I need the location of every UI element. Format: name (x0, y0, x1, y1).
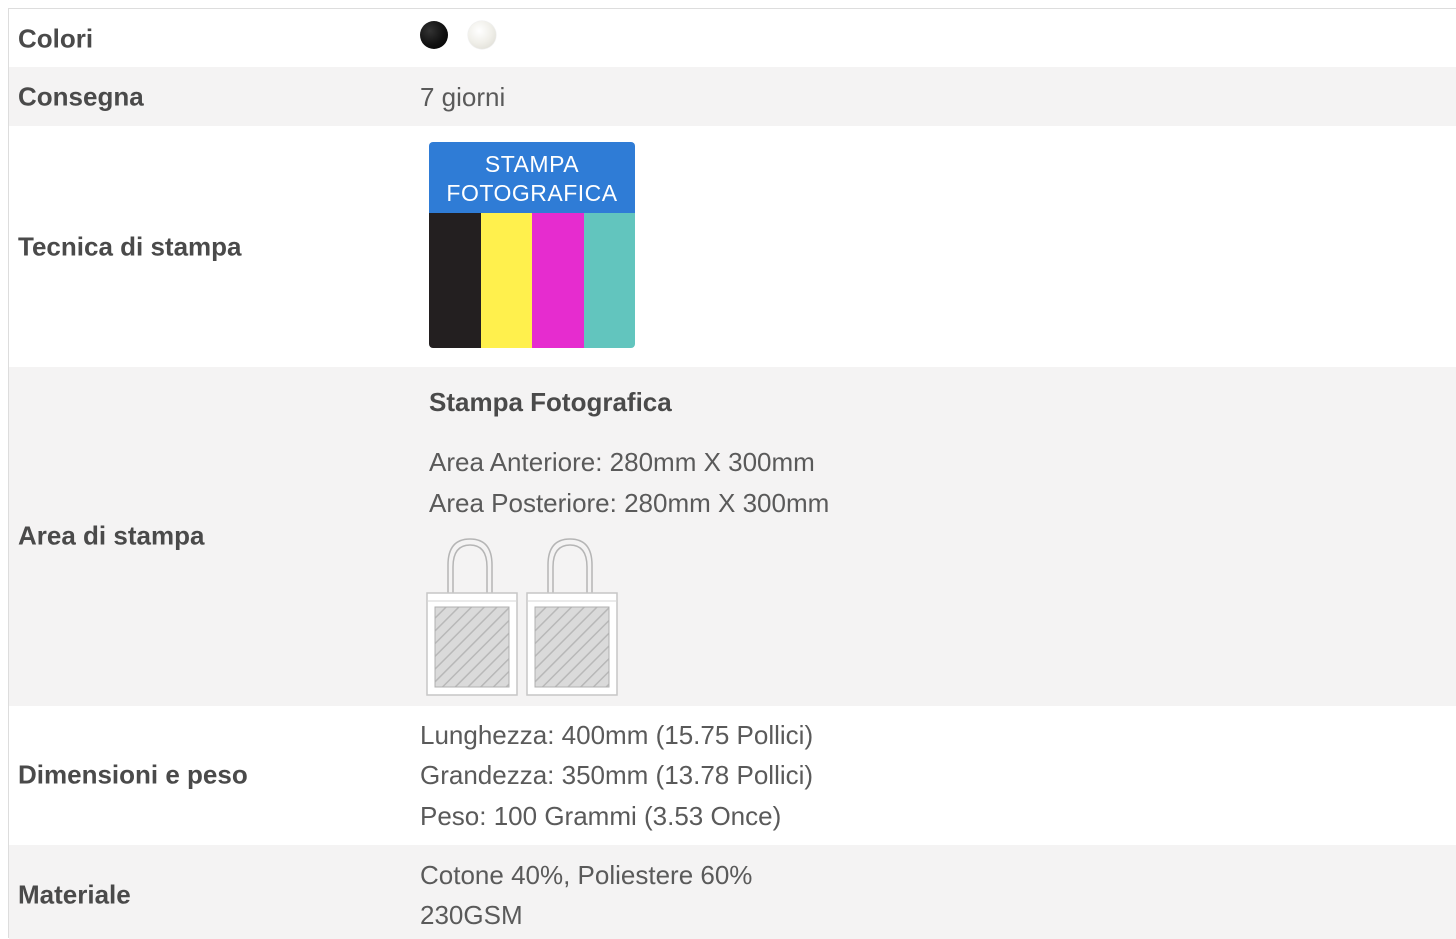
print-area-front: Area Anteriore: 280mm X 300mm (429, 447, 815, 477)
row-delivery: Consegna 7 giorni (9, 67, 1456, 126)
color-swatch-black[interactable] (420, 21, 448, 49)
front-bag-diagram (426, 538, 518, 696)
row-print-area: Area di stampa Stampa Fotografica Area A… (9, 367, 1456, 706)
dimensions-width: Grandezza: 350mm (13.78 Pollici) (420, 760, 814, 790)
dimensions-weight: Peso: 100 Grammi (3.53 Once) (420, 801, 782, 831)
material-label: Materiale (18, 879, 131, 910)
colors-label: Colori (18, 23, 94, 54)
back-bag-diagram (526, 538, 618, 696)
row-technique: Tecnica di stampa STAMPA FOTOGRAFICA (9, 126, 1456, 367)
row-dimensions: Dimensioni e peso Lunghezza: 400mm (15.7… (9, 706, 1456, 845)
badge-bar-magenta (532, 213, 584, 348)
badge-bar-yellow (481, 213, 533, 348)
print-area-title: Stampa Fotografica (429, 387, 672, 417)
photo-print-badge: STAMPA FOTOGRAFICA (429, 142, 635, 348)
print-area-label: Area di stampa (18, 520, 205, 551)
material-composition: Cotone 40%, Poliestere 60% (420, 860, 753, 890)
delivery-label: Consegna (18, 81, 144, 112)
row-colors: Colori (9, 9, 1456, 67)
product-spec-table: Colori Consegna 7 giorni Tecnica di stam… (8, 8, 1456, 939)
badge-line-1: STAMPA (484, 151, 580, 177)
dimensions-label: Dimensioni e peso (18, 759, 248, 790)
badge-bar-black (429, 213, 481, 348)
technique-label: Tecnica di stampa (18, 231, 242, 262)
badge-line-2: FOTOGRAFICA (446, 180, 618, 206)
delivery-value: 7 giorni (420, 82, 506, 112)
color-swatch-natural[interactable] (468, 21, 496, 49)
material-weight: 230GSM (420, 900, 523, 930)
badge-bar-cyan (584, 213, 635, 348)
badge-header: STAMPA FOTOGRAFICA (429, 142, 635, 213)
row-material: Materiale Cotone 40%, Poliestere 60% 230… (9, 845, 1456, 939)
dimensions-length: Lunghezza: 400mm (15.75 Pollici) (420, 720, 814, 750)
print-area-back: Area Posteriore: 280mm X 300mm (429, 488, 830, 518)
